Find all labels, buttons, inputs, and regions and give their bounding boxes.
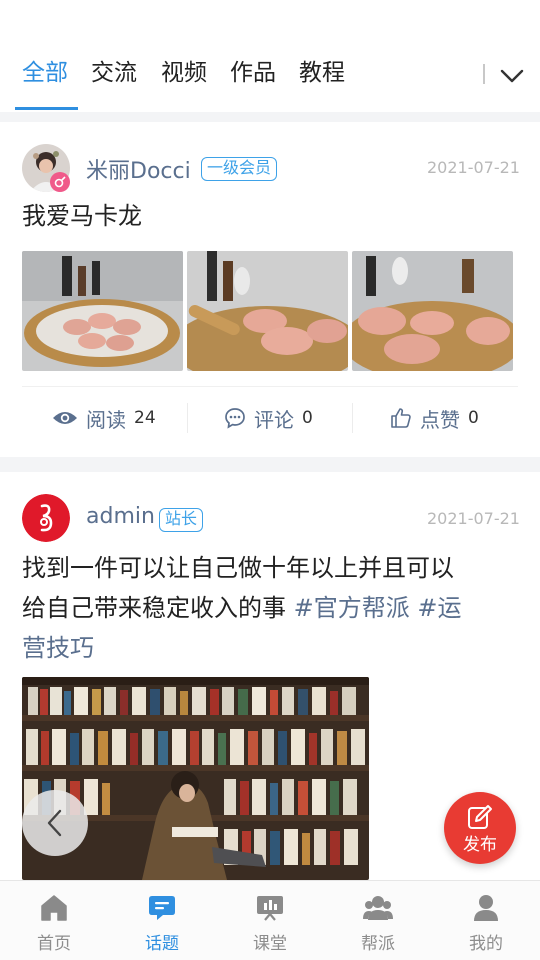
active-tab-indicator [15, 107, 78, 110]
nav-mine[interactable]: 我的 [432, 881, 540, 960]
post-image[interactable] [352, 251, 513, 371]
comment-label: 评论 [254, 407, 294, 432]
bottom-nav: 首页 话题 课堂 帮派 我的 [0, 880, 540, 960]
post-title[interactable]: 我爱马卡龙 [22, 196, 142, 236]
nav-gang-label: 帮派 [361, 934, 395, 954]
user-icon [474, 895, 498, 921]
nav-mine-label: 我的 [469, 934, 503, 954]
topic-chat-icon [149, 896, 175, 920]
post-image[interactable] [22, 251, 183, 371]
nav-topics[interactable]: 话题 [108, 881, 216, 960]
member-badge: 一级会员 [201, 157, 278, 181]
post-actions: 阅读 24 评论 0 点赞 0 [22, 386, 518, 448]
divider [187, 403, 188, 433]
post-title[interactable]: 找到一件可以让自己做十年以上并且可以 给自己带来稳定收入的事 #官方帮派 #运 … [22, 548, 522, 668]
group-icon [363, 896, 393, 920]
topic-tag[interactable]: #运 [417, 594, 461, 622]
eye-icon [53, 412, 77, 424]
post-date: 2021-07-21 [427, 158, 520, 177]
post-title-line-2: 给自己带来稳定收入的事 #官方帮派 #运 [22, 588, 522, 628]
chevron-down-icon[interactable] [498, 62, 526, 90]
avatar[interactable] [22, 494, 70, 542]
divider [352, 403, 353, 433]
post-title-line: 找到一件可以让自己做十年以上并且可以 [22, 554, 454, 582]
publish-label: 发布 [463, 835, 497, 855]
admin-badge: 站长 [159, 508, 204, 532]
topic-tag-continued[interactable]: 营技巧 [22, 628, 522, 668]
chevron-left-icon [47, 809, 62, 837]
presentation-icon [257, 896, 283, 921]
post-title-text: 给自己带来稳定收入的事 [22, 594, 286, 622]
nav-classroom[interactable]: 课堂 [216, 881, 324, 960]
tab-tutorial[interactable]: 教程 [299, 56, 345, 96]
nav-gang[interactable]: 帮派 [324, 881, 432, 960]
thumbs-up-icon [391, 408, 411, 428]
username[interactable]: admin [86, 504, 155, 529]
nav-home[interactable]: 首页 [0, 881, 108, 960]
tab-exchange[interactable]: 交流 [91, 56, 137, 96]
home-icon [41, 895, 67, 921]
publish-button[interactable]: 发布 [444, 792, 516, 864]
read-count: 阅读 24 [52, 387, 156, 449]
nav-classroom-label: 课堂 [253, 934, 287, 954]
topic-tag[interactable]: #官方帮派 [294, 594, 410, 622]
post-date: 2021-07-21 [427, 509, 520, 528]
like-button[interactable]: 点赞 0 [390, 387, 479, 449]
comment-button[interactable]: 评论 0 [224, 387, 313, 449]
like-value: 0 [468, 408, 479, 428]
back-button[interactable] [22, 790, 88, 856]
tab-divider [483, 64, 485, 84]
read-value: 24 [134, 408, 156, 428]
username[interactable]: 米丽Docci [86, 153, 191, 185]
like-label: 点赞 [420, 407, 460, 432]
comment-value: 0 [302, 408, 313, 428]
nav-home-label: 首页 [37, 934, 71, 954]
read-label: 阅读 [86, 407, 126, 432]
nav-topics-label: 话题 [145, 934, 179, 954]
female-gender-icon [50, 172, 70, 192]
tab-video[interactable]: 视频 [161, 56, 207, 96]
post-card[interactable]: 米丽Docci 一级会员 2021-07-21 我爱马卡龙 阅读 24 评论 0… [0, 122, 540, 457]
comment-icon [225, 408, 245, 429]
top-bar: 全部 交流 视频 作品 教程 [0, 0, 540, 112]
tab-works[interactable]: 作品 [230, 56, 276, 96]
tab-all[interactable]: 全部 [22, 56, 68, 96]
edit-icon [468, 805, 492, 829]
post-image[interactable] [187, 251, 348, 371]
